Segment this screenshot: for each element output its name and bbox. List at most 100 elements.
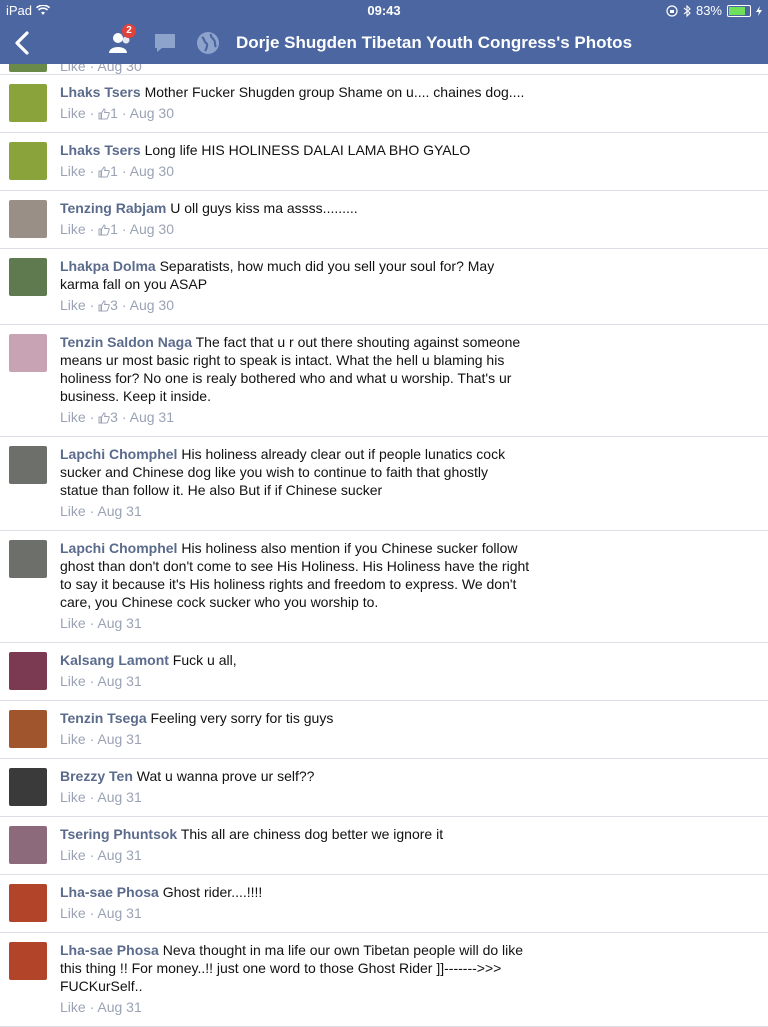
comment-body: Fuck u all, xyxy=(172,652,237,668)
comment-author[interactable]: Tsering Phuntsok xyxy=(60,826,177,842)
comment-text: Tsering Phuntsok This all are chiness do… xyxy=(60,817,530,843)
orientation-lock-icon xyxy=(666,4,678,17)
back-button[interactable] xyxy=(12,30,32,56)
comment-meta: Like · 3 · Aug 31 xyxy=(60,409,174,425)
partial-comment: Like · Aug 30 xyxy=(0,64,768,75)
comment-author[interactable]: Lhaks Tsers xyxy=(60,84,141,100)
comment-date: Aug 30 xyxy=(97,64,142,74)
comment-author[interactable]: Lhakpa Dolma xyxy=(60,258,156,274)
thumbs-up-icon xyxy=(98,166,110,178)
like-link[interactable]: Like xyxy=(60,163,86,179)
comment-author[interactable]: Brezzy Ten xyxy=(60,768,133,784)
comment-body: U oll guys kiss ma assss......... xyxy=(170,200,358,216)
thumbs-up-icon xyxy=(98,300,110,312)
comment-row: Tenzin Saldon Naga The fact that u r out… xyxy=(0,325,768,437)
avatar[interactable] xyxy=(9,884,47,922)
comment-author[interactable]: Kalsang Lamont xyxy=(60,652,169,668)
like-link[interactable]: Like xyxy=(60,905,86,921)
comment-meta: Like · Aug 31 xyxy=(60,847,142,863)
comment-body: Wat u wanna prove ur self?? xyxy=(136,768,315,784)
comment-text: Tenzin Saldon Naga The fact that u r out… xyxy=(60,325,530,405)
avatar[interactable] xyxy=(9,826,47,864)
like-link[interactable]: Like xyxy=(60,847,86,863)
thumbs-up-icon xyxy=(98,412,110,424)
comment-row: Lha-sae Phosa Neva thought in ma life ou… xyxy=(0,933,768,1027)
avatar[interactable] xyxy=(9,942,47,980)
thumbs-up-icon xyxy=(98,224,110,236)
comment-body: Mother Fucker Shugden group Shame on u..… xyxy=(144,84,525,100)
comment-row: Lhaks Tsers Long life HIS HOLINESS DALAI… xyxy=(0,133,768,191)
comment-body: Long life HIS HOLINESS DALAI LAMA BHO GY… xyxy=(144,142,471,158)
comment-date: Aug 31 xyxy=(97,731,142,747)
comment-meta: Like · Aug 31 xyxy=(60,789,142,805)
like-link[interactable]: Like xyxy=(60,105,86,121)
comment-date: Aug 30 xyxy=(129,221,174,237)
avatar[interactable] xyxy=(9,84,47,122)
comment-text: Lhaks Tsers Long life HIS HOLINESS DALAI… xyxy=(60,133,530,159)
battery-icon xyxy=(727,4,751,17)
bluetooth-icon xyxy=(683,4,691,17)
comment-text: Lhaks Tsers Mother Fucker Shugden group … xyxy=(60,75,530,101)
status-bar: iPad 09:43 83% xyxy=(0,0,768,22)
comment-row: Tenzin Tsega Feeling very sorry for tis … xyxy=(0,701,768,759)
comment-date: Aug 31 xyxy=(97,789,142,805)
avatar[interactable] xyxy=(9,652,47,690)
comment-text: Kalsang Lamont Fuck u all, xyxy=(60,643,530,669)
comment-author[interactable]: Lha-sae Phosa xyxy=(60,884,159,900)
avatar xyxy=(9,64,47,72)
avatar[interactable] xyxy=(9,540,47,578)
comment-row: Lapchi Chomphel His holiness also mentio… xyxy=(0,531,768,643)
avatar[interactable] xyxy=(9,768,47,806)
comment-author[interactable]: Lapchi Chomphel xyxy=(60,446,177,462)
friend-requests-badge: 2 xyxy=(122,24,136,38)
comment-date: Aug 31 xyxy=(97,847,142,863)
like-link[interactable]: Like xyxy=(60,297,86,313)
comment-body: Feeling very sorry for tis guys xyxy=(150,710,334,726)
comment-body: This all are chiness dog better we ignor… xyxy=(180,826,444,842)
comment-date: Aug 31 xyxy=(97,615,142,631)
avatar[interactable] xyxy=(9,200,47,238)
like-link[interactable]: Like xyxy=(60,673,86,689)
battery-percent: 83% xyxy=(695,3,722,18)
avatar[interactable] xyxy=(9,142,47,180)
comment-text: Tenzing Rabjam U oll guys kiss ma assss.… xyxy=(60,191,530,217)
like-link[interactable]: Like xyxy=(60,64,86,74)
comment-meta: Like · 1 · Aug 30 xyxy=(60,105,174,121)
comment-text: Lapchi Chomphel His holiness already cle… xyxy=(60,437,530,499)
comment-author[interactable]: Lha-sae Phosa xyxy=(60,942,159,958)
comment-meta: Like · Aug 31 xyxy=(60,999,142,1015)
comment-row: Lapchi Chomphel His holiness already cle… xyxy=(0,437,768,531)
comment-author[interactable]: Tenzin Saldon Naga xyxy=(60,334,192,350)
avatar[interactable] xyxy=(9,334,47,372)
avatar[interactable] xyxy=(9,258,47,296)
comment-text: Brezzy Ten Wat u wanna prove ur self?? xyxy=(60,759,530,785)
comment-meta: Like · Aug 31 xyxy=(60,615,142,631)
comment-date: Aug 30 xyxy=(129,163,174,179)
like-link[interactable]: Like xyxy=(60,615,86,631)
like-count: 1 xyxy=(110,221,118,237)
comment-meta: Like · Aug 31 xyxy=(60,673,142,689)
messages-icon[interactable] xyxy=(153,32,177,54)
thumbs-up-icon xyxy=(98,108,110,120)
like-link[interactable]: Like xyxy=(60,409,86,425)
notifications-globe-icon[interactable] xyxy=(196,31,220,55)
comment-author[interactable]: Lhaks Tsers xyxy=(60,142,141,158)
like-link[interactable]: Like xyxy=(60,503,86,519)
nav-bar: 2 Dorje Shugden Tibetan Youth Congress's… xyxy=(0,22,768,64)
like-link[interactable]: Like xyxy=(60,999,86,1015)
like-link[interactable]: Like xyxy=(60,731,86,747)
like-count: 1 xyxy=(110,105,118,121)
comment-author[interactable]: Tenzin Tsega xyxy=(60,710,147,726)
like-link[interactable]: Like xyxy=(60,789,86,805)
avatar[interactable] xyxy=(9,710,47,748)
charging-icon xyxy=(756,5,762,16)
like-link[interactable]: Like xyxy=(60,221,86,237)
comment-author[interactable]: Tenzing Rabjam xyxy=(60,200,166,216)
comment-row: Tenzing Rabjam U oll guys kiss ma assss.… xyxy=(0,191,768,249)
status-right: 83% xyxy=(666,3,762,18)
comment-date: Aug 31 xyxy=(129,409,174,425)
comment-row: Brezzy Ten Wat u wanna prove ur self?? Li… xyxy=(0,759,768,817)
comment-meta: Like · 1 · Aug 30 xyxy=(60,221,174,237)
comment-author[interactable]: Lapchi Chomphel xyxy=(60,540,177,556)
avatar[interactable] xyxy=(9,446,47,484)
